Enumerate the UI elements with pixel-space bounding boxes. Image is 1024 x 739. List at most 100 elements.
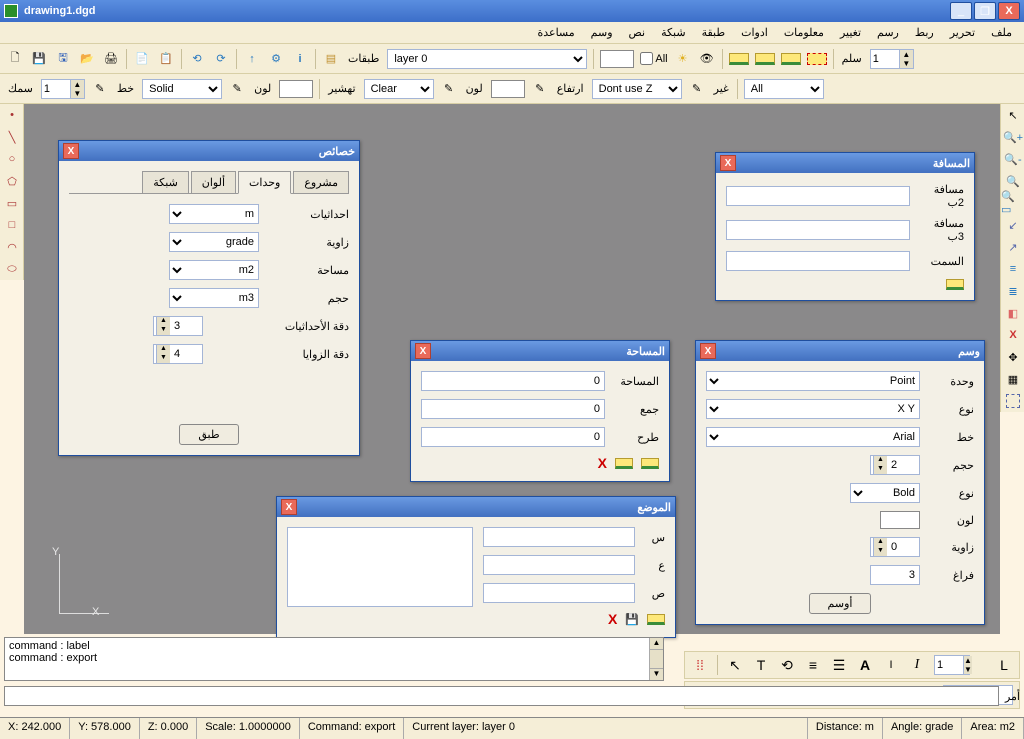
label-angle-spin[interactable]: ▲▼ xyxy=(870,537,920,557)
small-a-icon[interactable]: I xyxy=(882,656,900,674)
rotate-icon[interactable]: ⟲ xyxy=(778,656,796,674)
tab-units[interactable]: وحدات xyxy=(238,171,291,194)
pos-x-input[interactable] xyxy=(483,527,635,547)
menu-file[interactable]: ملف xyxy=(985,24,1018,41)
bold-icon[interactable]: A xyxy=(856,656,874,674)
pos-y-input[interactable] xyxy=(483,555,635,575)
coords-select[interactable]: m xyxy=(169,204,259,224)
zoom-extents-icon[interactable]: 🔍 xyxy=(1001,170,1024,192)
ruler-icon-1[interactable] xyxy=(729,53,749,65)
ruler-icon-3[interactable] xyxy=(781,53,801,65)
area-dialog-titlebar[interactable]: المساحة X xyxy=(411,341,669,361)
sun-icon[interactable]: ☀ xyxy=(674,50,692,68)
line-color-swatch[interactable] xyxy=(279,80,313,98)
open-icon[interactable]: 📂 xyxy=(78,50,96,68)
tool-ellipse-icon[interactable]: ⬭ xyxy=(0,258,24,280)
tool-point-icon[interactable]: • xyxy=(0,104,24,126)
select-icon[interactable] xyxy=(1006,394,1020,408)
tool-line-icon[interactable]: ╲ xyxy=(0,126,24,148)
arrow-icon[interactable]: ↖ xyxy=(726,656,744,674)
menu-info[interactable]: معلومات xyxy=(778,24,830,41)
pen-icon-4[interactable]: ✎ xyxy=(531,80,549,98)
snap-grid-icon[interactable]: ⁞⁞ xyxy=(691,656,709,674)
tab-colors[interactable]: ألوان xyxy=(191,171,236,193)
area-clear-icon[interactable]: X xyxy=(598,455,607,471)
menu-tools[interactable]: ادوات xyxy=(735,24,774,41)
tab-project[interactable]: مشروع xyxy=(293,171,349,193)
distance-ruler-icon[interactable] xyxy=(946,279,964,290)
text-size-spin[interactable]: ▲▼ xyxy=(934,655,970,675)
tool-circle-icon[interactable]: ○ xyxy=(0,148,24,170)
position-list[interactable] xyxy=(287,527,473,607)
pen-icon-5[interactable]: ✎ xyxy=(688,80,706,98)
all-checkbox[interactable]: All xyxy=(640,52,667,65)
pen-icon-2[interactable]: ✎ xyxy=(228,80,246,98)
label-color-swatch[interactable] xyxy=(880,511,920,529)
settings-up-icon[interactable]: ↑ xyxy=(243,50,261,68)
new-icon[interactable]: 🗋 xyxy=(6,50,24,68)
gear-icon[interactable]: ⚙ xyxy=(267,50,285,68)
minimize-button[interactable]: _ xyxy=(950,2,972,20)
area-value-input[interactable] xyxy=(421,371,605,391)
command-input[interactable] xyxy=(4,686,999,706)
paste-icon[interactable]: 📋 xyxy=(157,50,175,68)
menu-layer[interactable]: طبقة xyxy=(696,24,732,41)
label-font-select[interactable]: Arial xyxy=(706,427,920,447)
label-unit-select[interactable]: Point xyxy=(706,371,920,391)
area-dialog-close[interactable]: X xyxy=(415,343,431,359)
dist2d-input[interactable] xyxy=(726,186,910,206)
copy-icon[interactable]: 📄 xyxy=(133,50,151,68)
info-icon[interactable]: i xyxy=(291,50,309,68)
tool-arc-icon[interactable]: ◠ xyxy=(0,236,24,258)
label-dialog-titlebar[interactable]: وسم X xyxy=(696,341,984,361)
arrow-left-icon[interactable]: ↙ xyxy=(1001,214,1024,236)
menu-modify[interactable]: تغيير xyxy=(834,24,867,41)
angle-prec-spin[interactable]: ▲▼ xyxy=(153,344,203,364)
text-icon[interactable]: T xyxy=(752,656,770,674)
eye-icon[interactable]: 👁 xyxy=(698,50,716,68)
dist3d-input[interactable] xyxy=(726,220,910,240)
maximize-button[interactable]: ❐ xyxy=(974,2,996,20)
distance-dialog-titlebar[interactable]: المسافة X xyxy=(716,153,974,173)
redo-icon[interactable]: ⟳ xyxy=(212,50,230,68)
position-dialog-titlebar[interactable]: الموضع X xyxy=(277,497,675,517)
saveall-icon[interactable]: 🖫 xyxy=(54,50,72,68)
eraser-icon[interactable]: ◧ xyxy=(1001,302,1024,324)
zoom-window-icon[interactable]: 🔍▭ xyxy=(1001,192,1024,214)
italic-icon[interactable]: I xyxy=(908,656,926,674)
weight-spin[interactable]: ▲▼ xyxy=(41,79,85,99)
angle-select[interactable]: grade xyxy=(169,232,259,252)
move-icon[interactable]: ✥ xyxy=(1001,346,1024,368)
distance-dialog-close[interactable]: X xyxy=(720,155,736,171)
properties-dialog-close[interactable]: X xyxy=(63,143,79,159)
stack-icon-1[interactable]: ≡ xyxy=(1001,258,1024,280)
volume-select[interactable]: m3 xyxy=(169,288,259,308)
save-icon[interactable]: 💾 xyxy=(30,50,48,68)
menu-label[interactable]: وسم xyxy=(585,24,619,41)
label-size-spin[interactable]: ▲▼ xyxy=(870,455,920,475)
pos-z-input[interactable] xyxy=(483,583,635,603)
coord-prec-spin[interactable]: ▲▼ xyxy=(153,316,203,336)
close-button[interactable]: X xyxy=(998,2,1020,20)
lines2-icon[interactable]: ☰ xyxy=(830,656,848,674)
properties-dialog-titlebar[interactable]: خصائص X xyxy=(59,141,359,161)
cursor-icon[interactable]: ↖ xyxy=(1001,104,1024,126)
pos-ruler-icon[interactable] xyxy=(647,614,665,625)
area-sum-input[interactable] xyxy=(421,399,605,419)
tab-grid[interactable]: شبكة xyxy=(142,171,189,193)
label-gap-input[interactable] xyxy=(870,565,920,585)
menu-edit[interactable]: تحرير xyxy=(944,24,981,41)
menu-draw[interactable]: رسم xyxy=(871,24,905,41)
menu-link[interactable]: ربط xyxy=(909,24,940,41)
menu-text[interactable]: نص xyxy=(623,24,652,41)
pen-icon-3[interactable]: ✎ xyxy=(440,80,458,98)
save-pos-icon[interactable]: 💾 xyxy=(625,613,639,626)
pos-clear-icon[interactable]: X xyxy=(608,611,617,627)
command-scrollbar[interactable]: ▲▼ xyxy=(649,638,663,680)
zoom-out-icon[interactable]: 🔍- xyxy=(1001,148,1024,170)
hatch-color-swatch[interactable] xyxy=(491,80,525,98)
ruler-icon-4[interactable] xyxy=(807,53,827,65)
layer-color-swatch[interactable] xyxy=(600,50,634,68)
all-select[interactable]: All xyxy=(744,79,824,99)
lines-icon[interactable]: ≡ xyxy=(804,656,822,674)
